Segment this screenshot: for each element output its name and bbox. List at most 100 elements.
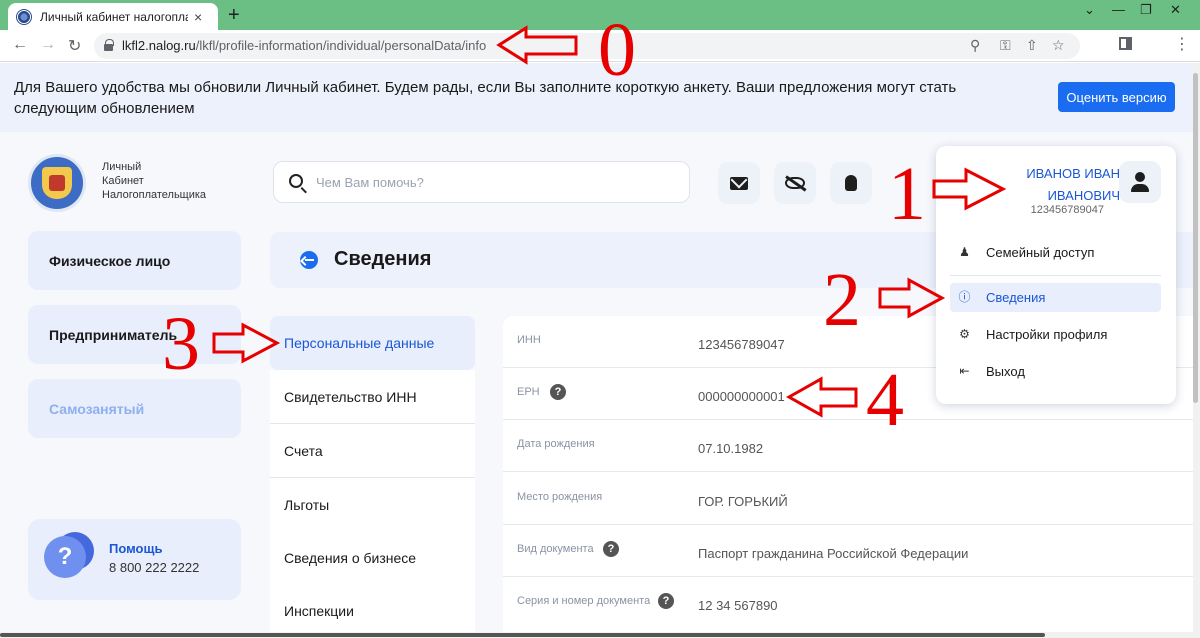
new-tab-button[interactable]: + <box>228 4 240 27</box>
avatar[interactable] <box>1119 161 1161 203</box>
url-path: /lkfl/profile-information/individual/per… <box>195 38 487 53</box>
family-icon: ♟ <box>959 245 970 259</box>
help-question-icon[interactable]: ? <box>658 593 674 609</box>
subnav-benefits[interactable]: Льготы <box>270 478 475 532</box>
banner-text: Для Вашего удобства мы обновили Личный к… <box>14 79 957 117</box>
data-row-document-number: Серия и номер документа ? 12 34 567890 <box>503 577 1193 629</box>
menu-item-info[interactable]: ⓘ Сведения <box>950 283 1161 312</box>
scroll-thumb[interactable] <box>1193 73 1198 403</box>
sidebar-item-self-employed[interactable]: Самозанятый <box>28 379 241 438</box>
data-label: Дата рождения <box>517 438 595 450</box>
menu-item-label: Сведения <box>986 290 1046 305</box>
lock-icon[interactable] <box>104 39 114 51</box>
search-input[interactable] <box>316 172 676 192</box>
fns-emblem-logo[interactable] <box>28 154 86 212</box>
subnav-business-info[interactable]: Сведения о бизнесе <box>270 531 475 585</box>
logo-line-3: Налогоплательщика <box>102 189 207 201</box>
profile-dropdown: ИВАНОВ ИВАН ИВАНОВИЧ 123456789047 ♟ Семе… <box>936 146 1176 404</box>
tab-close-icon[interactable]: × <box>194 9 202 25</box>
zoom-icon[interactable]: ⚲ <box>970 37 980 54</box>
menu-item-family-access[interactable]: ♟ Семейный доступ <box>950 238 1161 267</box>
menu-item-profile-settings[interactable]: ⚙ Настройки профиля <box>950 320 1161 349</box>
menu-divider <box>950 275 1161 276</box>
logo-text[interactable]: Личный Кабинет Налогоплательщика <box>102 160 206 202</box>
minimize-button[interactable]: — <box>1112 2 1125 17</box>
key-icon[interactable]: ⚿ <box>1000 37 1011 54</box>
data-value: 07.10.1982 <box>698 441 764 456</box>
data-value: ГОР. ГОРЬКИЙ <box>698 494 788 509</box>
data-value: Паспорт гражданина Российской Федерации <box>698 546 969 561</box>
horizontal-scrollbar[interactable] <box>0 632 1193 638</box>
logo-line-1: Личный <box>102 161 142 173</box>
forward-arrow-icon[interactable]: → <box>40 36 56 54</box>
annotation-number-1: 1 <box>888 152 926 236</box>
url-text: lkfl2.nalog.ru/lkfl/profile-information/… <box>122 38 486 53</box>
lightbulb-icon <box>845 175 857 191</box>
sidebar-item-individual[interactable]: Физическое лицо <box>28 231 241 290</box>
messages-button[interactable] <box>718 162 760 204</box>
help-question-icon[interactable]: ? <box>603 541 619 557</box>
annotation-number-2: 2 <box>823 258 861 342</box>
maximize-button[interactable]: ❐ <box>1140 2 1152 18</box>
subnav-personal-data[interactable]: Персональные данные <box>270 316 475 370</box>
kebab-menu-icon[interactable]: ⋮ <box>1174 34 1190 54</box>
address-bar[interactable]: lkfl2.nalog.ru/lkfl/profile-information/… <box>94 33 1080 59</box>
tips-button[interactable] <box>830 162 872 204</box>
tab-title: Личный кабинет налогоплательщика <box>40 9 188 24</box>
info-icon: ⓘ <box>958 290 971 304</box>
mail-icon <box>730 176 748 190</box>
page-title: Сведения <box>334 248 432 270</box>
site-favicon-icon <box>16 8 32 25</box>
help-question-icon: ? <box>44 536 86 578</box>
user-inn: 123456789047 <box>1030 204 1104 216</box>
menu-item-logout[interactable]: ⇤ Выход <box>950 357 1161 386</box>
rate-version-button[interactable]: Оценить версию <box>1058 82 1175 112</box>
data-row-birth-date: Дата рождения 07.10.1982 <box>503 420 1193 472</box>
data-label: ИНН <box>517 334 541 346</box>
eye-off-icon <box>785 177 805 189</box>
menu-item-label: Семейный доступ <box>986 245 1095 260</box>
help-phone: 8 800 222 2222 <box>109 560 200 575</box>
menu-item-label: Настройки профиля <box>986 327 1108 342</box>
user-name-line-1: ИВАНОВ ИВАН <box>1026 166 1120 181</box>
star-icon[interactable]: ☆ <box>1052 37 1065 54</box>
subnav-inspections[interactable]: Инспекции <box>270 584 475 638</box>
update-notice-banner: Для Вашего удобства мы обновили Личный к… <box>0 63 1193 132</box>
logout-icon: ⇤ <box>959 364 970 378</box>
browser-tab[interactable]: Личный кабинет налогоплательщика × <box>8 3 218 30</box>
search-box <box>273 161 690 203</box>
hide-data-button[interactable] <box>774 162 816 204</box>
data-value: 12 34 567890 <box>698 598 778 613</box>
back-arrow-icon[interactable] <box>300 251 318 269</box>
subnav-inn-certificate[interactable]: Свидетельство ИНН <box>270 370 475 424</box>
url-host: lkfl2.nalog.ru <box>122 38 196 53</box>
reload-icon[interactable]: ↻ <box>68 36 81 56</box>
help-card[interactable]: ? Помощь 8 800 222 2222 <box>28 519 241 600</box>
side-panel-icon[interactable] <box>1119 37 1132 50</box>
annotation-number-0: 0 <box>598 8 636 92</box>
data-value: 000000000001 <box>698 389 785 404</box>
sidebar-item-entrepreneur[interactable]: Предприниматель <box>28 305 241 364</box>
close-window-button[interactable]: ✕ <box>1170 2 1181 18</box>
subnav-accounts[interactable]: Счета <box>270 424 475 478</box>
help-title[interactable]: Помощь <box>109 541 162 556</box>
data-row-document-type: Вид документа ? Паспорт гражданина Росси… <box>503 525 1193 577</box>
help-question-icon[interactable]: ? <box>550 384 566 400</box>
user-name[interactable]: ИВАНОВ ИВАН ИВАНОВИЧ <box>1006 163 1120 207</box>
tab-search-icon[interactable]: ⌄ <box>1084 2 1095 18</box>
vertical-scrollbar[interactable] <box>1193 63 1200 638</box>
back-arrow-icon[interactable]: ← <box>12 36 28 54</box>
search-icon <box>289 174 303 188</box>
data-label: ЕРН <box>517 386 540 398</box>
logo-line-2: Кабинет <box>102 175 144 187</box>
annotation-number-3: 3 <box>162 302 200 386</box>
data-label: Место рождения <box>517 491 603 503</box>
horizontal-scroll-thumb[interactable] <box>0 633 1045 637</box>
data-row-birth-place: Место рождения ГОР. ГОРЬКИЙ <box>503 473 1193 525</box>
annotation-number-4: 4 <box>866 358 904 442</box>
data-label: Вид документа <box>517 543 594 555</box>
share-icon[interactable]: ⇧ <box>1026 37 1038 54</box>
data-value: 123456789047 <box>698 337 785 352</box>
settings-icon: ⚙ <box>959 327 970 341</box>
data-label: Серия и номер документа <box>517 595 651 607</box>
